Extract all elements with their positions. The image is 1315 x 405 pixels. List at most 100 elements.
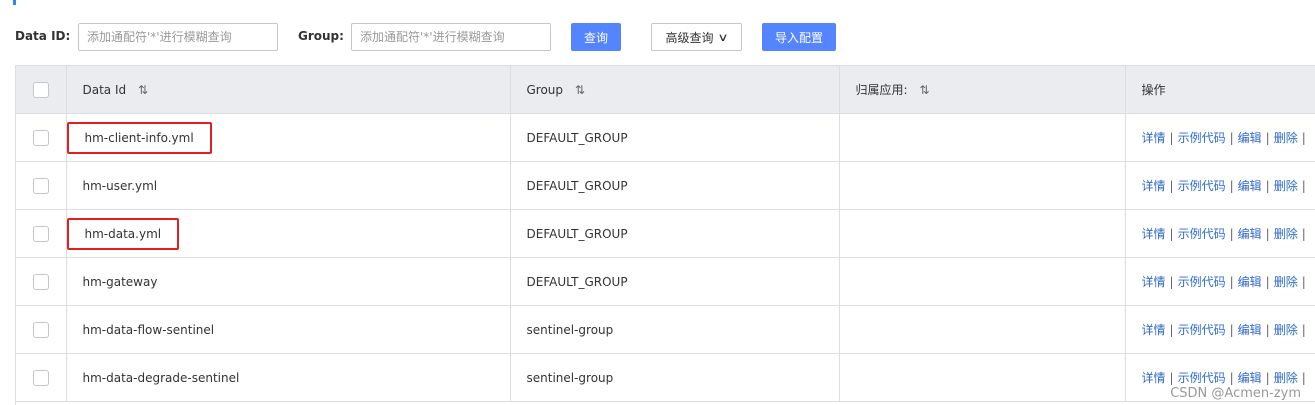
group-cell: sentinel-group [510, 353, 840, 402]
edit-link[interactable]: 编辑 [1238, 227, 1262, 241]
action-separator: | [1169, 323, 1174, 337]
action-separator: | [1301, 323, 1306, 337]
data-id-text: hm-data.yml [84, 226, 162, 241]
data-id-cell: hm-data-flow-sentinel [66, 305, 511, 354]
query-button[interactable]: 查询 [571, 23, 621, 51]
detail-link[interactable]: 详情 [1142, 227, 1166, 241]
data-id-search-input[interactable] [78, 23, 278, 51]
sort-icon[interactable]: ⇅ [919, 83, 929, 97]
header-data-id: Data Id ⇅ [66, 66, 511, 114]
row-select-cell [16, 305, 67, 354]
sort-icon[interactable]: ⇅ [575, 83, 585, 97]
header-select-cell [16, 66, 67, 114]
action-separator: | [1229, 179, 1234, 193]
highlight-box: hm-data.yml [66, 217, 180, 250]
action-separator: | [1265, 323, 1270, 337]
edit-link[interactable]: 编辑 [1238, 371, 1262, 385]
action-separator: | [1229, 371, 1234, 385]
row-checkbox[interactable] [32, 129, 49, 146]
data-id-cell: hm-gateway [66, 257, 511, 306]
chevron-down-icon: ∨ [717, 30, 730, 44]
action-separator: | [1265, 179, 1270, 193]
app-cell [839, 161, 1126, 210]
data-id-cell: hm-client-info.yml [66, 113, 511, 162]
sample-code-link[interactable]: 示例代码 [1178, 131, 1226, 145]
group-label: Group: [298, 29, 344, 43]
row-checkbox[interactable] [32, 369, 49, 386]
delete-link[interactable]: 删除 [1274, 131, 1298, 145]
sample-code-link[interactable]: 示例代码 [1178, 323, 1226, 337]
sample-code-link[interactable]: 示例代码 [1178, 275, 1226, 289]
app-cell [839, 113, 1126, 162]
data-id-cell: hm-data-degrade-sentinel [66, 353, 511, 402]
edit-link[interactable]: 编辑 [1238, 323, 1262, 337]
detail-link[interactable]: 详情 [1142, 131, 1166, 145]
group-cell: DEFAULT_GROUP [510, 113, 840, 162]
group-search-input[interactable] [351, 23, 551, 51]
detail-link[interactable]: 详情 [1142, 371, 1166, 385]
row-checkbox[interactable] [32, 177, 49, 194]
action-separator: | [1301, 179, 1306, 193]
sample-code-link[interactable]: 示例代码 [1178, 371, 1226, 385]
header-ops: 操作 [1125, 66, 1315, 114]
row-select-cell [16, 257, 67, 306]
sample-code-link[interactable]: 示例代码 [1178, 227, 1226, 241]
action-separator: | [1229, 227, 1234, 241]
ops-cell: 详情 | 示例代码 | 编辑 | 删除 | [1125, 305, 1315, 354]
detail-link[interactable]: 详情 [1142, 323, 1166, 337]
table-row: hm-user.yml DEFAULT_GROUP 详情 | 示例代码 | 编辑 | 删除 | [16, 161, 1315, 210]
edit-link[interactable]: 编辑 [1238, 275, 1262, 289]
query-button-label: 查询 [583, 30, 608, 45]
action-separator: | [1301, 371, 1306, 385]
advanced-query-button[interactable]: 高级查询 ∨ [651, 23, 742, 51]
app-cell [839, 209, 1126, 258]
delete-link[interactable]: 删除 [1274, 275, 1298, 289]
row-select-cell [16, 161, 67, 210]
action-separator: | [1169, 371, 1174, 385]
delete-link[interactable]: 删除 [1274, 371, 1298, 385]
ops-cell: 详情 | 示例代码 | 编辑 | 删除 | [1125, 113, 1315, 162]
row-checkbox[interactable] [32, 321, 49, 338]
action-separator: | [1265, 275, 1270, 289]
import-config-button[interactable]: 导入配置 [762, 23, 836, 51]
data-id-text: hm-gateway [82, 274, 158, 289]
delete-link[interactable]: 删除 [1274, 323, 1298, 337]
action-separator: | [1169, 227, 1174, 241]
detail-link[interactable]: 详情 [1142, 179, 1166, 193]
data-id-text: hm-data-flow-sentinel [82, 322, 215, 337]
action-separator: | [1265, 371, 1270, 385]
action-separator: | [1169, 275, 1174, 289]
edit-link[interactable]: 编辑 [1238, 179, 1262, 193]
select-all-checkbox[interactable] [32, 81, 49, 98]
row-select-cell [16, 353, 67, 402]
action-separator: | [1301, 227, 1306, 241]
app-cell [839, 257, 1126, 306]
sample-code-link[interactable]: 示例代码 [1178, 179, 1226, 193]
row-checkbox[interactable] [32, 225, 49, 242]
sort-icon[interactable]: ⇅ [138, 83, 148, 97]
data-id-cell: hm-data.yml [66, 209, 511, 258]
action-separator: | [1265, 131, 1270, 145]
table-header-row: Data Id ⇅ Group ⇅ 归属应用: ⇅ 操作 [16, 66, 1315, 114]
ops-cell: 详情 | 示例代码 | 编辑 | 删除 | [1125, 257, 1315, 306]
group-cell: DEFAULT_GROUP [510, 209, 840, 258]
delete-link[interactable]: 删除 [1274, 179, 1298, 193]
header-data-id-label: Data Id [82, 82, 127, 97]
detail-link[interactable]: 详情 [1142, 275, 1166, 289]
edit-link[interactable]: 编辑 [1238, 131, 1262, 145]
header-group-label: Group [526, 82, 564, 97]
action-separator: | [1229, 131, 1234, 145]
data-id-text: hm-client-info.yml [84, 130, 194, 145]
delete-link[interactable]: 删除 [1274, 227, 1298, 241]
row-checkbox[interactable] [32, 273, 49, 290]
action-separator: | [1301, 275, 1306, 289]
app-cell [839, 305, 1126, 354]
action-separator: | [1301, 131, 1306, 145]
header-app: 归属应用: ⇅ [839, 66, 1126, 114]
page-accent-bar [13, 0, 16, 5]
data-id-text: hm-user.yml [82, 178, 158, 193]
table-row: hm-gateway DEFAULT_GROUP 详情 | 示例代码 | 编辑 | 删除 | [16, 257, 1315, 306]
advanced-query-label: 高级查询 [665, 30, 714, 45]
table-body: hm-client-info.yml DEFAULT_GROUP 详情 | 示例代码 | 编… [16, 113, 1315, 402]
action-separator: | [1229, 323, 1234, 337]
